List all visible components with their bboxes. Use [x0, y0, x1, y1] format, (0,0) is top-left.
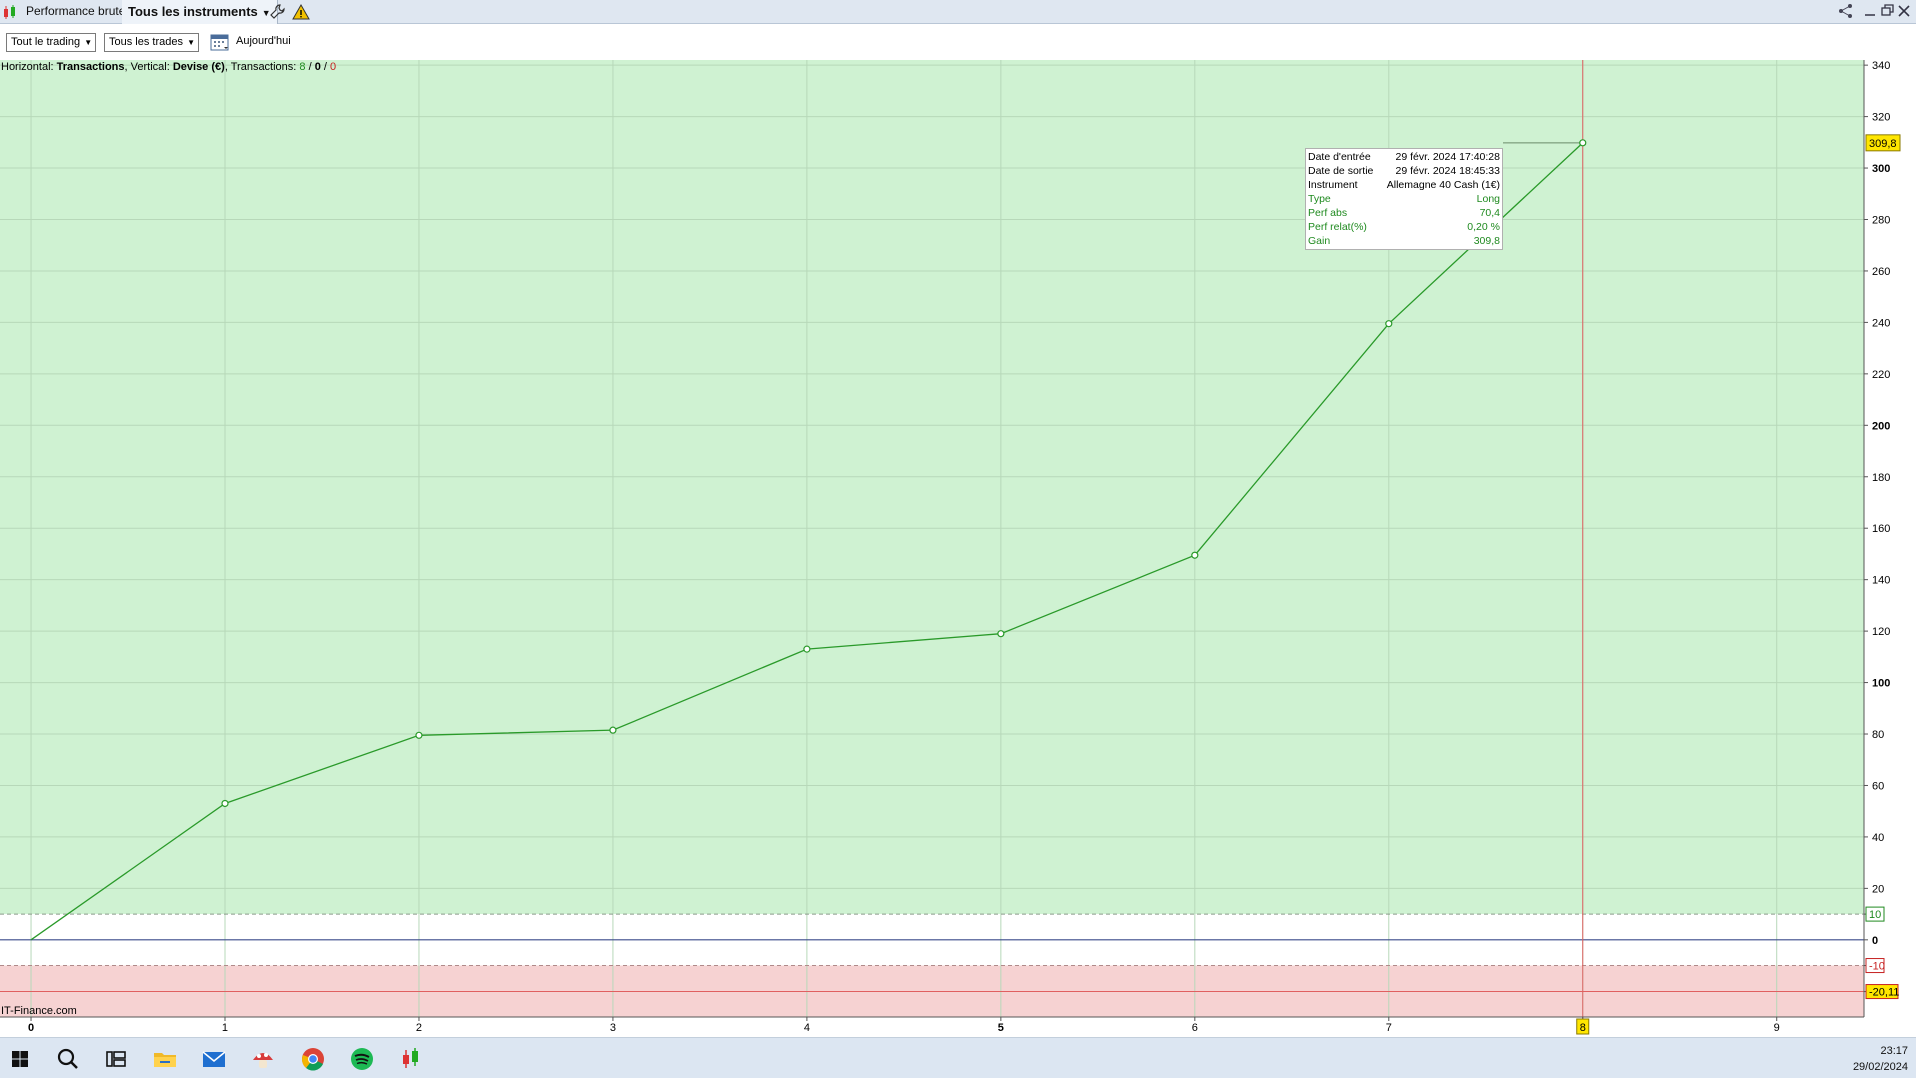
restore-icon[interactable]: [1878, 2, 1896, 20]
taskbar: 23:17 29/02/2024: [0, 1037, 1916, 1078]
task-view-icon[interactable]: [101, 1044, 131, 1074]
trading-app-icon[interactable]: [396, 1044, 426, 1074]
watermark-text: IT-Finance.com: [1, 1005, 77, 1017]
trade-tooltip: Date d'entrée 29 févr. 2024 17:40:28 Date…: [1305, 148, 1503, 250]
file-explorer-icon[interactable]: [150, 1044, 180, 1074]
x-tick-label: 8: [1580, 1022, 1586, 1034]
tooltip-row-instrument: Instrument Allemagne 40 Cash (1€): [1308, 179, 1500, 191]
y-tick-label: 60: [1872, 780, 1884, 792]
windows-start-icon[interactable]: [5, 1044, 35, 1074]
x-tick-label: 3: [610, 1022, 616, 1034]
data-point: [803, 645, 811, 653]
tooltip-row-perf-relat: Perf relat(%) 0,20 %: [1308, 221, 1500, 233]
x-tick-label: 4: [804, 1022, 810, 1034]
x-tick-label: 9: [1774, 1022, 1780, 1034]
data-point: [415, 731, 423, 739]
x-tick-label: 1: [222, 1022, 228, 1034]
y-tick-label: 10: [1869, 909, 1881, 921]
y-tick-label: 140: [1872, 575, 1890, 587]
data-point: [997, 630, 1005, 638]
y-tick-label: 80: [1872, 729, 1884, 741]
wrench-icon[interactable]: [268, 3, 286, 21]
data-point: [1385, 320, 1393, 328]
search-icon[interactable]: [53, 1044, 83, 1074]
y-tick-label: 280: [1872, 215, 1890, 227]
tooltip-row-perf-abs: Perf abs 70,4: [1308, 207, 1500, 219]
close-icon[interactable]: [1895, 2, 1913, 20]
y-tick-label: 340: [1872, 60, 1890, 72]
chevron-down-icon: ▼: [187, 38, 195, 47]
y-tick-label: 300: [1872, 163, 1890, 175]
tooltip-row-entry: Date d'entrée 29 févr. 2024 17:40:28: [1308, 151, 1500, 163]
chart-info-line: Horizontal: Transactions, Vertical: Devi…: [1, 61, 337, 73]
calendar-icon[interactable]: [210, 32, 230, 52]
y-tick-label: 20: [1872, 883, 1884, 895]
system-clock[interactable]: 23:17 29/02/2024: [1853, 1043, 1908, 1075]
y-tick-label: 200: [1872, 420, 1890, 432]
y-tick-label: 0: [1872, 935, 1878, 947]
tooltip-row-gain: Gain 309,8: [1308, 235, 1500, 247]
tab-performance-brute[interactable]: Performance brute: [20, 0, 133, 24]
tooltip-row-type: Type Long: [1308, 193, 1500, 205]
trading-filter-select[interactable]: Tout le trading ▼: [6, 33, 97, 52]
data-point: [609, 726, 617, 734]
data-point: [221, 799, 229, 808]
y-tick-label: 100: [1872, 678, 1890, 690]
mushroom-app-icon[interactable]: [248, 1044, 278, 1074]
y-tick-label: 220: [1872, 369, 1890, 381]
y-tick-label: 160: [1872, 523, 1890, 535]
x-tick-label: 7: [1386, 1022, 1392, 1034]
y-tick-label: 180: [1872, 472, 1890, 484]
spotify-icon[interactable]: [347, 1044, 377, 1074]
x-tick-label: 6: [1192, 1022, 1198, 1034]
profit-zone: [0, 60, 1864, 915]
chart-canvas[interactable]: -20,11-100102040608010012014016018020022…: [0, 60, 1916, 1037]
y-tick-label: 260: [1872, 266, 1890, 278]
y-tick-label: 240: [1872, 317, 1890, 329]
x-tick-label: 0: [28, 1022, 34, 1034]
minimize-icon[interactable]: [1861, 2, 1879, 20]
y-tick-label: 40: [1872, 832, 1884, 844]
data-point: [1579, 139, 1587, 147]
y-tick-label: -10: [1869, 961, 1885, 973]
trades-filter-select[interactable]: Tous les trades ▼: [104, 33, 199, 52]
app-logo-icon[interactable]: [2, 3, 20, 21]
tooltip-row-exit: Date de sortie 29 févr. 2024 18:45:33: [1308, 165, 1500, 177]
warning-icon[interactable]: [292, 3, 310, 21]
mail-icon[interactable]: [199, 1044, 229, 1074]
equity-chart[interactable]: -20,11 -10 0 10 20 40 60 80 100 120 140 160 180 200 22…: [0, 60, 1916, 1037]
y-tick-label: -20,11: [1869, 987, 1899, 999]
y-tick-label: 320: [1872, 112, 1890, 124]
toolbar: Tout le trading ▼ Tous les trades ▼ Aujour…: [0, 24, 1916, 60]
cursor-y-label: 309,8: [1869, 138, 1897, 150]
x-tick-label: 5: [998, 1022, 1004, 1034]
chevron-down-icon: ▼: [84, 38, 93, 47]
y-tick-label: 120: [1872, 626, 1890, 638]
chrome-icon[interactable]: [298, 1044, 328, 1074]
tab-instruments-dropdown[interactable]: Tous les instruments ▼: [122, 0, 278, 24]
title-bar: Performance brute Tous les instruments ▼: [0, 0, 1916, 24]
today-button[interactable]: Aujourd'hui: [236, 35, 291, 47]
x-tick-label: 2: [416, 1022, 422, 1034]
share-icon[interactable]: [1837, 2, 1855, 20]
data-point: [1191, 551, 1199, 559]
